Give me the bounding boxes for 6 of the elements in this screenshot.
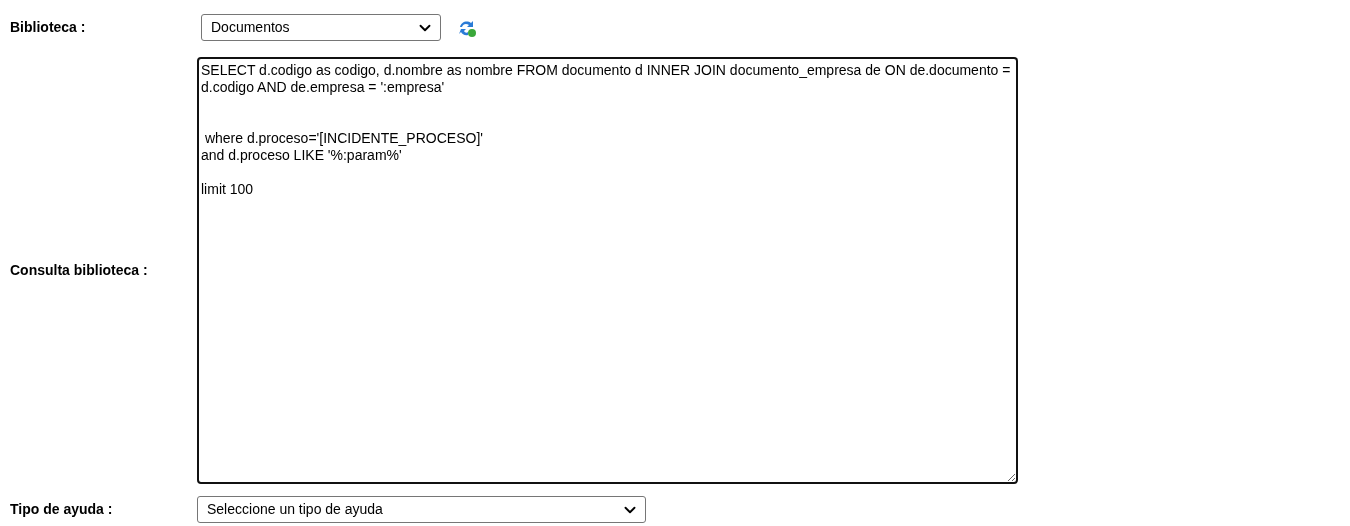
query-text-area[interactable]: SELECT d.codigo as codigo, d.nombre as nombre FROM documento d INNER JOIN documento_empresa de ON de.documento = d.codigo AND de.empresa = ':empresa' where d.proceso='[INCIDENTE_PROCESO]' and d.proceso LIKE '%:param%' limit 100 xyxy=(197,57,1018,484)
field-label: Consulta biblioteca : xyxy=(9,261,149,280)
field-label: Tipo de ayuda : xyxy=(9,500,114,519)
field-label: Biblioteca : xyxy=(9,18,87,37)
library-select[interactable]: Documentos xyxy=(201,14,441,41)
help-type-select[interactable]: Seleccione un tipo de ayuda xyxy=(197,496,646,523)
